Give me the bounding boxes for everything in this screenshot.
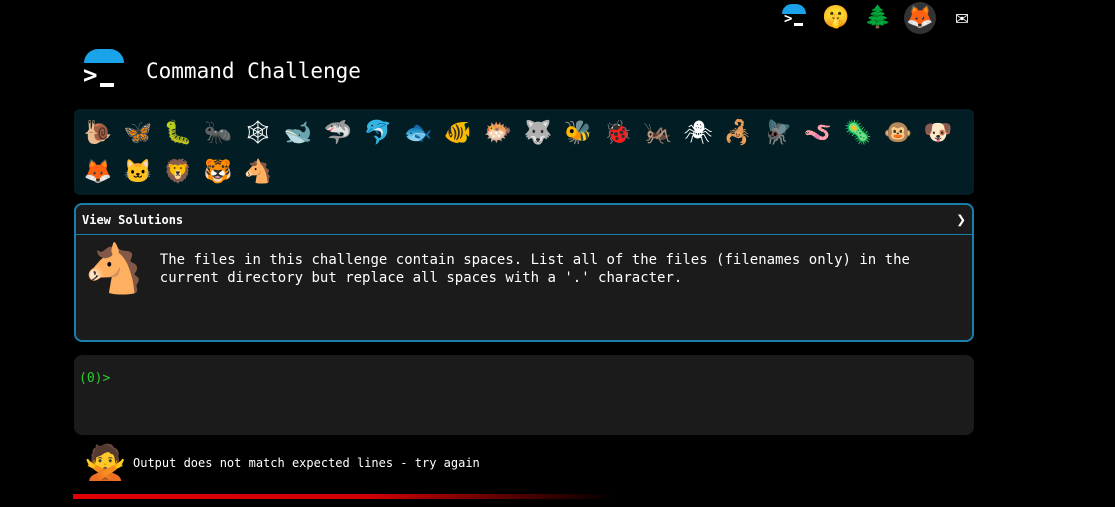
cricket-icon[interactable]: 🦗 <box>638 114 678 153</box>
ladybug-icon[interactable]: 🐞 <box>598 114 638 153</box>
horse-icon[interactable]: 🐴 <box>238 153 278 192</box>
error-bar <box>73 494 613 499</box>
caterpillar-icon[interactable]: 🐛 <box>158 114 198 153</box>
wolf-icon[interactable]: 🐺 <box>518 114 558 153</box>
tropical-fish-icon[interactable]: 🐠 <box>438 114 478 153</box>
ant-icon[interactable]: 🐜 <box>198 114 238 153</box>
terminal-prompt[interactable]: (0)> <box>79 371 969 386</box>
terminal-cursor-shape <box>794 23 803 26</box>
challenge-description: The files in this challenge contain spac… <box>159 252 910 286</box>
status-message-row: 🙅 Output does not match expected lines -… <box>84 446 480 480</box>
fish-icon[interactable]: 🐟 <box>398 114 438 153</box>
page-title: Command Challenge <box>146 59 361 83</box>
scorpion-icon[interactable]: 🦂 <box>718 114 758 153</box>
logo-prompt-glyph: > <box>83 61 98 89</box>
spider-web-icon[interactable]: 🕸 <box>238 114 278 153</box>
fox-icon[interactable]: 🦊 <box>78 153 118 192</box>
shark-icon[interactable]: 🦈 <box>318 114 358 153</box>
top-nav: > 🤫 🌲 🦊 ✉ <box>778 0 978 36</box>
challenge-body: 🐴 The files in this challenge contain sp… <box>76 235 972 303</box>
terminal-input-area[interactable]: (0)> <box>74 355 974 435</box>
horse-icon: 🐴 <box>84 241 144 297</box>
page-header: > Command Challenge <box>80 46 361 96</box>
challenge-panel: View Solutions ❯ 🐴 The files in this cha… <box>74 203 974 342</box>
status-message: Output does not match expected lines - t… <box>133 456 480 470</box>
monkey-icon[interactable]: 🐵 <box>878 114 918 153</box>
terminal-icon[interactable]: > <box>778 2 810 34</box>
challenge-animal-list: 🐌 🦋 🐛 🐜 🕸 🐋 🦈 🐬 🐟 🐠 🐡 🐺 🐝 🐞 🦗 🕷 🦂 🪰 🪱 🦠 🐵 🐶 🦊 🐱 🦁 🐯 🐴 <box>74 109 974 195</box>
butterfly-icon[interactable]: 🦋 <box>118 114 158 153</box>
worm-icon[interactable]: 🪱 <box>798 114 838 153</box>
lion-icon[interactable]: 🦁 <box>158 153 198 192</box>
dolphin-icon[interactable]: 🐬 <box>358 114 398 153</box>
terminal-prompt-glyph: > <box>784 11 793 27</box>
cat-icon[interactable]: 🐱 <box>118 153 158 192</box>
mail-icon[interactable]: ✉ <box>946 2 978 34</box>
fly-icon[interactable]: 🪰 <box>758 114 798 153</box>
bee-icon[interactable]: 🐝 <box>558 114 598 153</box>
tiger-icon[interactable]: 🐯 <box>198 153 238 192</box>
view-solutions-label: View Solutions <box>82 212 184 227</box>
whale-icon[interactable]: 🐋 <box>278 114 318 153</box>
dog-icon[interactable]: 🐶 <box>918 114 958 153</box>
microbe-icon[interactable]: 🦠 <box>838 114 878 153</box>
chevron-right-icon[interactable]: ❯ <box>956 210 966 229</box>
spider-icon[interactable]: 🕷 <box>678 114 718 153</box>
gitlab-icon[interactable]: 🦊 <box>904 2 936 34</box>
shush-icon[interactable]: 🤫 <box>820 2 852 34</box>
logo-cursor-shape <box>100 83 114 87</box>
blowfish-icon[interactable]: 🐡 <box>478 114 518 153</box>
no-gesture-icon: 🙅 <box>84 443 127 483</box>
view-solutions-toggle[interactable]: View Solutions ❯ <box>76 205 972 235</box>
tree-icon[interactable]: 🌲 <box>862 2 894 34</box>
snail-icon[interactable]: 🐌 <box>78 114 118 153</box>
logo-icon[interactable]: > <box>80 47 128 95</box>
